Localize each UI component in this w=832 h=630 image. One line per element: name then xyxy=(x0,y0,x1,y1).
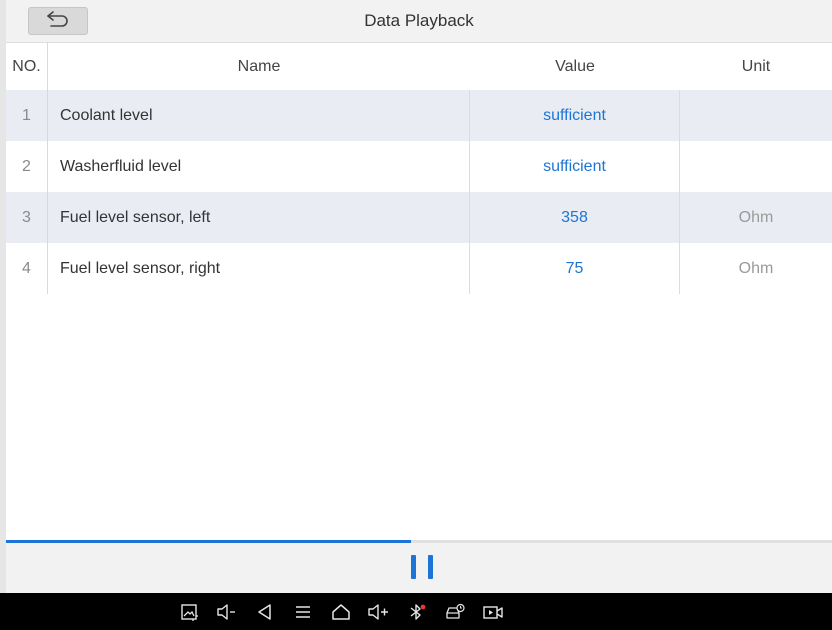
table-row[interactable]: 2 Washerfluid level sufficient xyxy=(6,141,832,192)
row-value: 75 xyxy=(470,243,680,294)
row-value: sufficient xyxy=(470,141,680,192)
back-arrow-icon xyxy=(45,10,71,33)
column-header-name: Name xyxy=(237,57,281,75)
table-row[interactable]: 4 Fuel level sensor, right 75 Ohm xyxy=(6,243,832,294)
system-nav-icons xyxy=(170,593,512,630)
back-icon[interactable] xyxy=(246,593,284,630)
column-header-unit: Unit xyxy=(741,57,771,75)
column-header-no: NO. xyxy=(6,43,48,90)
row-name: Fuel level sensor, right xyxy=(48,243,470,294)
title-bar: Data Playback xyxy=(6,0,832,43)
row-unit: Ohm xyxy=(738,259,774,277)
row-name: Washerfluid level xyxy=(48,141,470,192)
system-nav-bar xyxy=(0,593,832,630)
volume-down-icon[interactable] xyxy=(208,593,246,630)
row-value: 358 xyxy=(470,192,680,243)
row-unit: Ohm xyxy=(738,208,774,226)
data-table: 1 Coolant level sufficient 2 Washerfluid… xyxy=(6,90,832,294)
row-unit xyxy=(680,141,832,192)
bluetooth-icon[interactable] xyxy=(398,593,436,630)
table-row[interactable]: 3 Fuel level sensor, left 358 Ohm xyxy=(6,192,832,243)
home-icon[interactable] xyxy=(322,593,360,630)
table-header: NO. Name Value Unit xyxy=(6,43,832,90)
volume-up-icon[interactable] xyxy=(360,593,398,630)
playback-controls xyxy=(6,543,832,593)
vehicle-diagnostic-icon[interactable] xyxy=(436,593,474,630)
screen-record-icon[interactable] xyxy=(474,593,512,630)
row-name: Fuel level sensor, left xyxy=(48,192,470,243)
page-title: Data Playback xyxy=(364,11,474,30)
row-number: 4 xyxy=(6,243,48,294)
row-name: Coolant level xyxy=(48,90,470,141)
pause-button[interactable] xyxy=(411,555,433,581)
menu-icon[interactable] xyxy=(284,593,322,630)
row-number: 2 xyxy=(6,141,48,192)
screenshot-icon[interactable] xyxy=(170,593,208,630)
row-number: 1 xyxy=(6,90,48,141)
pause-icon xyxy=(411,555,416,579)
row-unit xyxy=(680,90,832,141)
row-value: sufficient xyxy=(470,90,680,141)
row-number: 3 xyxy=(6,192,48,243)
pause-icon-bar xyxy=(428,555,433,579)
column-header-value: Value xyxy=(555,57,595,75)
table-row[interactable]: 1 Coolant level sufficient xyxy=(6,90,832,141)
back-button[interactable] xyxy=(28,7,88,35)
